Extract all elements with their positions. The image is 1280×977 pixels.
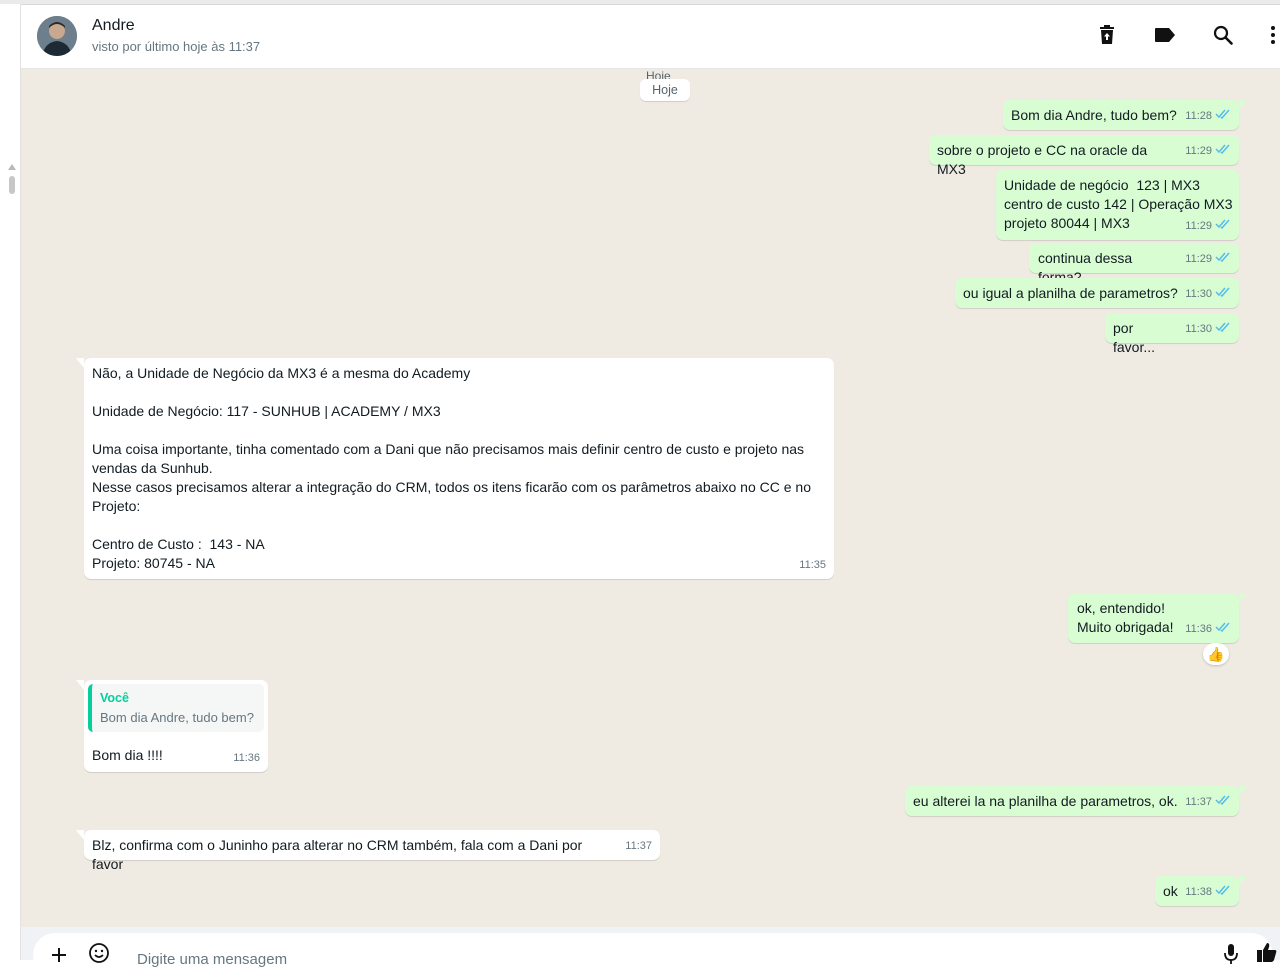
message-outgoing[interactable]: ou igual a planilha de parametros? 11:30 xyxy=(955,278,1239,308)
message-outgoing[interactable]: Unidade de negócio 123 | MX3 centro de c… xyxy=(996,170,1239,240)
plus-icon[interactable] xyxy=(47,943,71,967)
scroll-up-arrow-icon[interactable] xyxy=(8,164,16,170)
reaction-thumbs-up-icon[interactable]: 👍 xyxy=(1203,643,1229,665)
message-composer: Digite uma mensagem xyxy=(21,927,1280,977)
message-time: 11:36 xyxy=(1185,623,1212,635)
message-text: Blz, confirma com o Juninho para alterar… xyxy=(92,837,587,872)
message-outgoing[interactable]: continua dessa forma? 11:29 xyxy=(1029,243,1239,285)
message-time: 11:28 xyxy=(1185,110,1212,122)
message-meta: 11:30 xyxy=(1185,285,1231,304)
message-outgoing[interactable]: ok 11:38 xyxy=(1155,876,1247,906)
trash-icon[interactable] xyxy=(1093,21,1121,49)
message-meta: 11:29 xyxy=(1185,250,1231,269)
left-panel-edge xyxy=(0,4,21,960)
message-outgoing[interactable]: por favor... 11:30 xyxy=(1105,313,1239,355)
sticker-icon[interactable] xyxy=(87,941,111,965)
double-check-icon xyxy=(1215,107,1231,126)
message-incoming-reply[interactable]: Você Bom dia Andre, tudo bem? Bom dia !!… xyxy=(76,680,268,772)
message-text: eu alterei la na planilha de parametros,… xyxy=(913,793,1178,809)
more-vertical-icon[interactable] xyxy=(1259,21,1280,49)
message-time: 11:37 xyxy=(1185,796,1212,808)
message-meta: 11:28 xyxy=(1185,107,1231,126)
message-time: 11:29 xyxy=(1185,253,1212,265)
bubble-tail xyxy=(1239,593,1247,603)
search-icon[interactable] xyxy=(1209,21,1237,49)
last-seen-status: visto por último hoje às 11:37 xyxy=(92,39,261,54)
message-meta: 11:30 xyxy=(1185,320,1231,339)
message-text: Bom dia Andre, tudo bem? xyxy=(1011,107,1177,123)
double-check-icon xyxy=(1215,285,1231,304)
message-outgoing[interactable]: eu alterei la na planilha de parametros,… xyxy=(905,786,1247,816)
contact-name[interactable]: Andre xyxy=(92,17,135,35)
message-text: Não, a Unidade de Negócio da MX3 é a mes… xyxy=(92,365,812,571)
message-time: 11:30 xyxy=(1185,323,1212,335)
message-time: 11:29 xyxy=(1185,220,1212,232)
date-separator: Hoje xyxy=(640,79,690,101)
message-time: 11:30 xyxy=(1185,288,1212,300)
double-check-icon xyxy=(1215,142,1231,161)
message-meta: 11:35 xyxy=(799,556,826,575)
message-time: 11:38 xyxy=(1185,886,1212,898)
message-text: ou igual a planilha de parametros? xyxy=(963,285,1178,301)
message-time: 11:29 xyxy=(1185,145,1212,157)
chat-header: Andre visto por último hoje às 11:37 xyxy=(21,5,1280,69)
message-text: Bom dia !!!! xyxy=(92,747,163,763)
message-meta: 11:36 xyxy=(1185,620,1231,639)
message-incoming[interactable]: Blz, confirma com o Juninho para alterar… xyxy=(76,830,660,872)
scrollbar-thumb[interactable] xyxy=(9,176,15,194)
double-check-icon xyxy=(1215,793,1231,812)
quote-text: Bom dia Andre, tudo bem? xyxy=(100,710,254,725)
message-outgoing[interactable]: ok, entendido! Muito obrigada! 11:36 xyxy=(1068,593,1247,643)
composer-box[interactable]: Digite uma mensagem xyxy=(33,933,1277,977)
message-meta: 11:36 xyxy=(233,749,260,768)
message-outgoing[interactable]: Bom dia Andre, tudo bem? 11:28 xyxy=(1003,100,1247,130)
message-meta: 11:37 xyxy=(625,837,652,856)
bubble-tail xyxy=(76,680,84,690)
chat-messages-area[interactable]: Hoje Hoje Bom dia Andre, tudo bem? 11:28… xyxy=(21,69,1280,927)
message-time: 11:35 xyxy=(799,559,826,571)
avatar[interactable] xyxy=(37,16,77,56)
bubble-tail xyxy=(1239,786,1247,796)
microphone-icon[interactable] xyxy=(1219,942,1243,966)
double-check-icon xyxy=(1215,320,1231,339)
like-icon[interactable] xyxy=(1255,940,1279,964)
message-time: 11:37 xyxy=(625,840,652,852)
bubble-tail xyxy=(1239,100,1247,110)
message-incoming[interactable]: Não, a Unidade de Negócio da MX3 é a mes… xyxy=(76,358,834,579)
label-icon[interactable] xyxy=(1151,21,1179,49)
double-check-icon xyxy=(1215,217,1231,236)
bubble-tail xyxy=(76,830,84,840)
message-text: ok xyxy=(1163,883,1178,899)
double-check-icon xyxy=(1215,883,1231,902)
quoted-message[interactable]: Você Bom dia Andre, tudo bem? xyxy=(88,684,264,732)
double-check-icon xyxy=(1215,620,1231,639)
message-text: ok, entendido! Muito obrigada! xyxy=(1077,600,1174,635)
message-meta: 11:38 xyxy=(1185,883,1231,902)
message-outgoing[interactable]: sobre o projeto e CC na oracle da MX3 11… xyxy=(929,135,1239,177)
message-meta: 11:29 xyxy=(1185,142,1231,161)
message-meta: 11:29 xyxy=(1185,217,1231,236)
quote-author: Você xyxy=(100,691,129,705)
double-check-icon xyxy=(1215,250,1231,269)
message-time: 11:36 xyxy=(233,752,260,764)
bubble-tail xyxy=(1239,876,1247,886)
bubble-tail xyxy=(76,358,84,368)
message-text: por favor... xyxy=(1113,320,1156,355)
message-meta: 11:37 xyxy=(1185,793,1231,812)
